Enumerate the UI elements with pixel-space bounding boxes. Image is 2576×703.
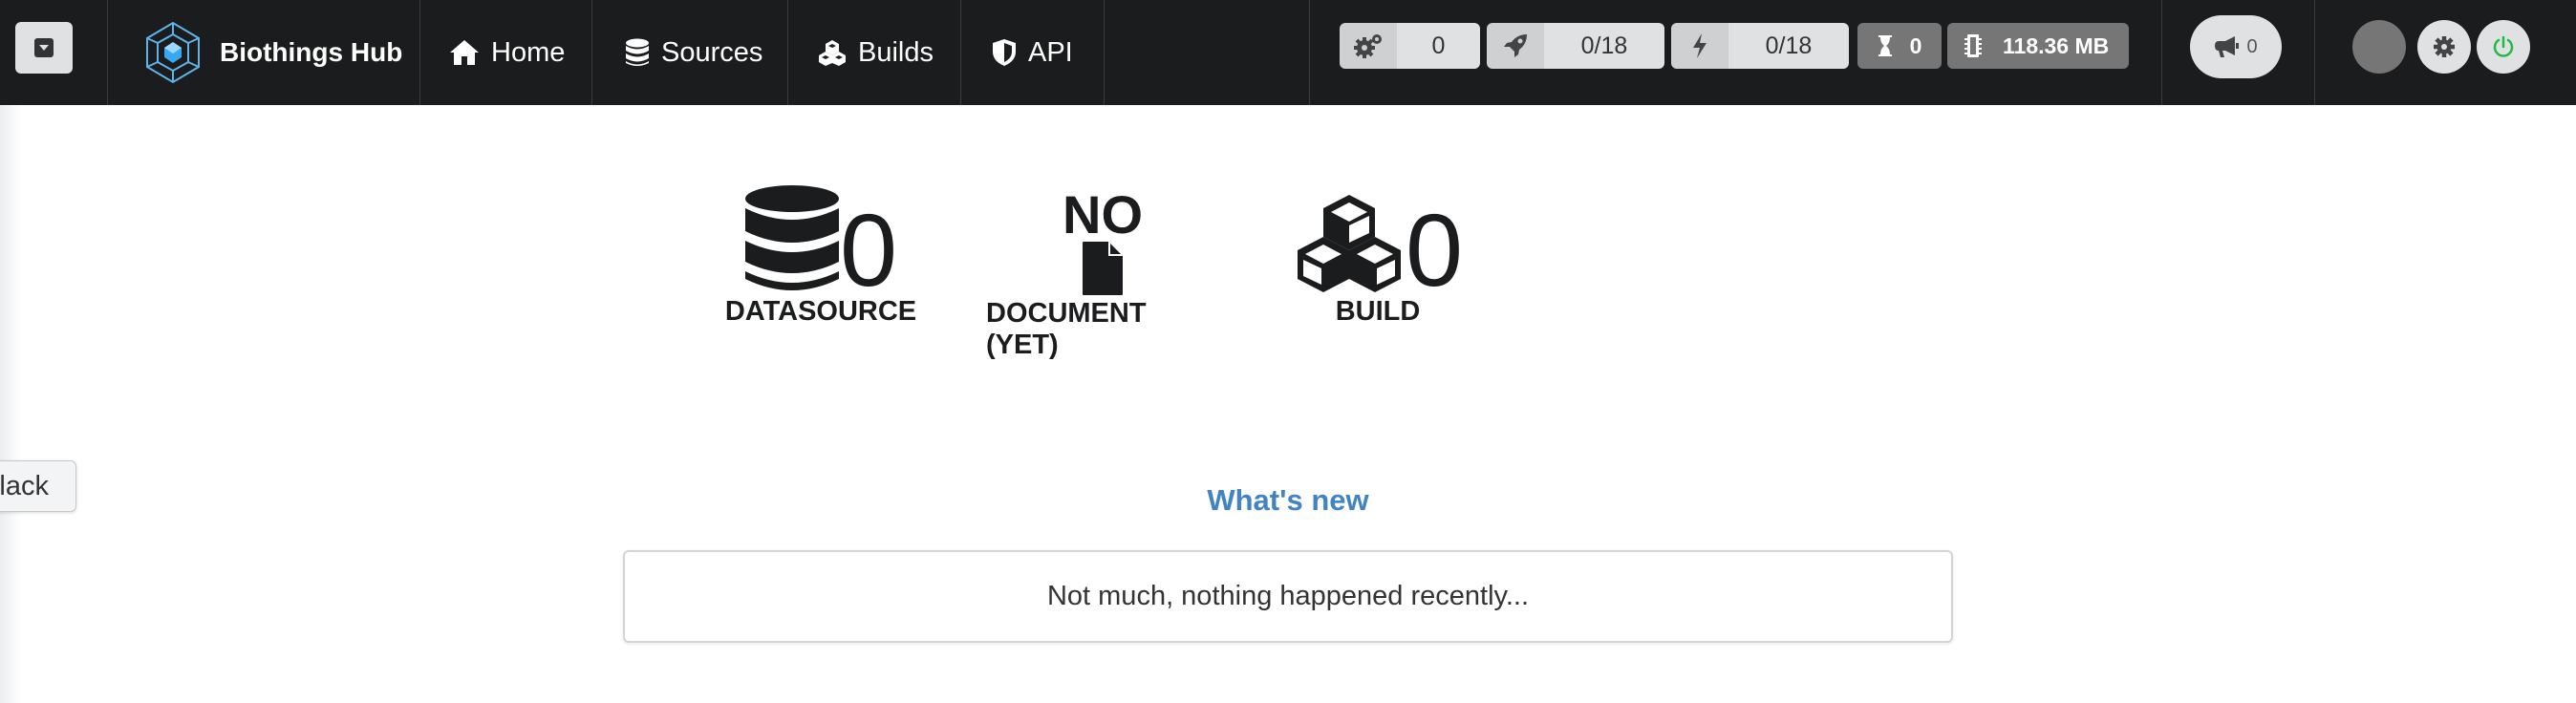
power-icon <box>2493 35 2514 57</box>
menu-divider <box>591 0 592 105</box>
build-label: BUILD <box>1335 296 1421 327</box>
nav-builds-label: Builds <box>858 36 934 68</box>
bolt-icon <box>1693 33 1707 58</box>
datasource-label: DATASOURCE <box>724 296 917 327</box>
build-statistic[interactable]: 0 BUILD <box>1292 181 1464 328</box>
notifications-button[interactable]: 0 <box>2190 15 2282 78</box>
nav-sources-label: Sources <box>661 36 763 68</box>
sidebar-toggle-button[interactable] <box>15 22 73 74</box>
nav-api-label: API <box>1028 36 1073 68</box>
shield-icon <box>993 39 1016 66</box>
build-count: 0 <box>1405 192 1464 308</box>
notifications-count: 0 <box>2246 35 2258 57</box>
datasource-count: 0 <box>839 192 898 308</box>
database-icon <box>626 38 649 66</box>
sidebar-edge <box>0 105 21 703</box>
processes-count: 0 <box>1397 23 1480 69</box>
gear-icon <box>2434 36 2455 57</box>
running-count: 0/18 <box>1544 23 1664 69</box>
menu-divider <box>2161 0 2162 105</box>
menu-divider <box>107 0 108 105</box>
whats-new-header: What's new <box>1207 483 1369 517</box>
menu-divider <box>787 0 788 105</box>
brand[interactable]: Biothings Hub <box>140 11 402 94</box>
menu-divider <box>1104 0 1105 105</box>
settings-button[interactable] <box>2417 20 2471 74</box>
rocket-icon <box>1504 34 1527 57</box>
bullhorn-icon <box>2215 36 2240 57</box>
news-feed: Not much, nothing happened recently... <box>623 550 1953 643</box>
home-icon <box>450 40 479 65</box>
database-icon <box>744 185 839 290</box>
avatar[interactable] <box>2352 20 2406 74</box>
pending-count: 0 <box>1909 32 1922 58</box>
nav-home[interactable]: Home <box>449 0 565 105</box>
documents-label: DOCUMENT (YET) <box>986 298 1147 360</box>
nav-home-label: Home <box>491 36 566 68</box>
datasource-statistic[interactable]: 0 DATASOURCE <box>725 181 916 328</box>
slack-button[interactable]: lack <box>0 460 76 512</box>
cubes-icon <box>819 40 846 66</box>
documents-count: NO <box>1063 184 1143 245</box>
documents-statistic[interactable]: NO DOCUMENT (YET) <box>986 184 1219 361</box>
menu-divider <box>1309 0 1310 105</box>
memory-indicator[interactable]: 118.36 MB <box>1947 23 2129 69</box>
threads-indicator[interactable]: 0/18 <box>1671 23 1849 69</box>
threads-count: 0/18 <box>1728 23 1849 69</box>
slack-label: lack <box>0 470 49 501</box>
power-button[interactable] <box>2477 20 2530 74</box>
file-icon <box>1083 242 1123 295</box>
hourglass-icon <box>1878 35 1892 56</box>
nav-sources[interactable]: Sources <box>625 0 762 105</box>
menu-divider <box>2314 0 2315 105</box>
caret-square-down-icon <box>34 38 54 57</box>
top-menu-bar: Biothings Hub Home Sources Builds API 0 … <box>0 0 2576 105</box>
cubes-icon <box>1297 195 1401 292</box>
biothings-logo-icon <box>146 21 200 84</box>
nav-api[interactable]: API <box>992 0 1073 105</box>
nav-builds[interactable]: Builds <box>818 0 934 105</box>
memory-usage: 118.36 MB <box>2003 32 2110 58</box>
running-indicator[interactable]: 0/18 <box>1487 23 1664 69</box>
pending-indicator[interactable]: 0 <box>1857 23 1942 69</box>
brand-name: Biothings Hub <box>220 37 403 67</box>
memory-icon <box>1964 34 1982 57</box>
menu-divider <box>419 0 420 105</box>
processes-indicator[interactable]: 0 <box>1340 23 1480 69</box>
news-empty-message: Not much, nothing happened recently... <box>1046 581 1530 611</box>
cogs-icon <box>1354 34 1382 58</box>
menu-divider <box>960 0 961 105</box>
